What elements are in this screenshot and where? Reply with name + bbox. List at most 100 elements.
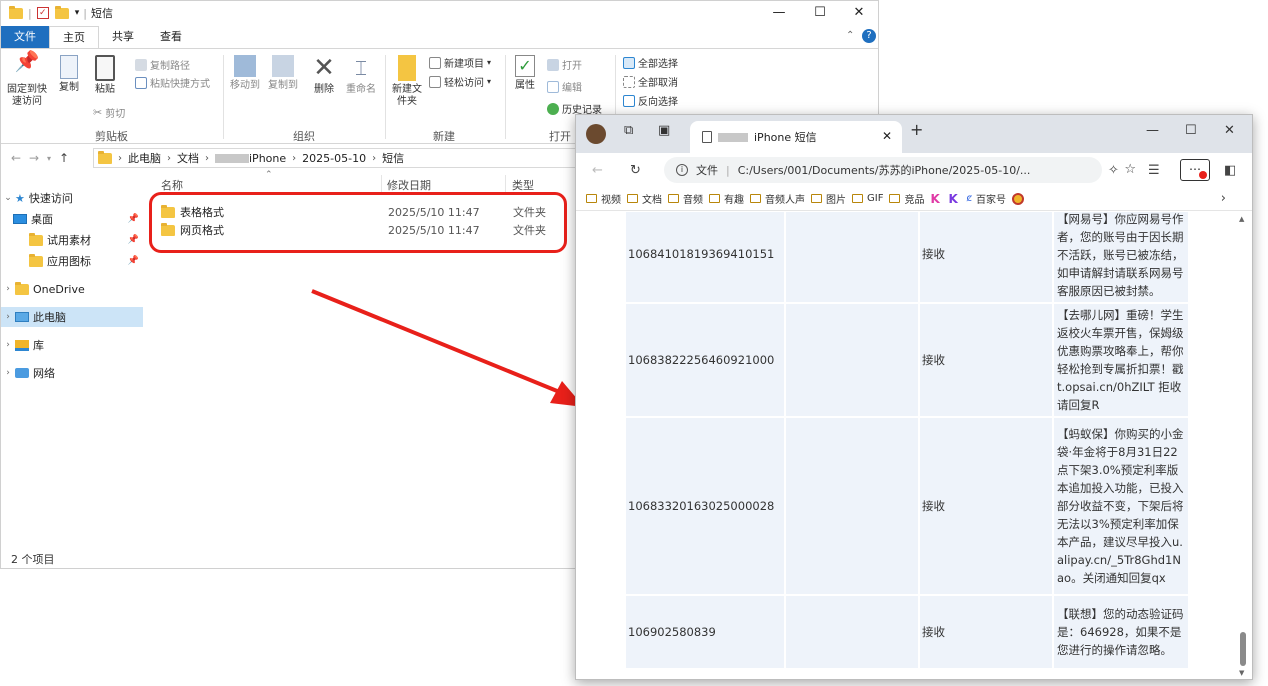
help-icon[interactable]: ? [862, 29, 876, 43]
forward-arrow-icon[interactable]: → [25, 151, 43, 165]
bookmark-app-icon[interactable] [1011, 192, 1024, 205]
k-logo-icon[interactable]: K [930, 193, 942, 205]
scroll-down-icon[interactable]: ▼ [1239, 669, 1244, 677]
recent-chevron-icon[interactable]: ▾ [43, 154, 55, 163]
scroll-up-icon[interactable]: ▲ [1239, 215, 1244, 223]
paste-button[interactable]: 粘贴 [89, 55, 121, 96]
sidebar-toggle-icon[interactable]: ◧ [1224, 163, 1236, 178]
star-icon: ★ [15, 191, 25, 205]
chevron-right-icon[interactable]: › [1221, 191, 1226, 206]
breadcrumb-sms[interactable]: 短信 [382, 150, 404, 166]
nav-app-icons-label: 应用图标 [47, 255, 91, 268]
nav-onedrive[interactable]: › OneDrive [1, 279, 143, 299]
address-bar[interactable]: i 文件 | C:/Users/001/Documents/苏苏的iPhone/… [664, 157, 1136, 183]
rename-button[interactable]: ⌶ 重命名 [343, 55, 379, 96]
nav-network[interactable]: › 网络 [1, 363, 143, 383]
bookmark-folder[interactable]: GIF [852, 193, 883, 204]
paste-shortcut-button[interactable]: 粘贴快捷方式 [135, 75, 210, 90]
sms-contact-cell [786, 212, 918, 302]
pin-quick-access-button[interactable]: 📌 固定到快速访问 [5, 51, 49, 108]
pin-icon: 📌 [127, 235, 139, 245]
select-none-button[interactable]: 全部取消 [623, 74, 678, 89]
nav-this-pc[interactable]: › 此电脑 [1, 307, 143, 327]
tab-file[interactable]: 文件 [1, 26, 49, 48]
bookmark-folder[interactable]: 竞品 [889, 191, 924, 206]
move-to-icon [234, 55, 256, 77]
collapse-ribbon-icon[interactable]: ⌃ [846, 30, 854, 41]
k-logo-icon[interactable]: K [948, 193, 960, 205]
copy-path-button[interactable]: 复制路径 [135, 57, 190, 72]
tab-share[interactable]: 共享 [99, 26, 147, 48]
back-arrow-icon[interactable]: ← [7, 151, 25, 165]
column-date[interactable]: 修改日期 [387, 177, 431, 193]
bookmark-folder[interactable]: 文档 [627, 191, 662, 206]
close-button[interactable]: ✕ [837, 1, 881, 25]
copy-path-icon [135, 58, 147, 71]
breadcrumb-documents[interactable]: 文档 [177, 150, 199, 166]
tab-home[interactable]: 主页 [49, 25, 99, 49]
new-item-icon [429, 56, 441, 69]
tab-actions-icon[interactable]: ▣ [658, 123, 670, 138]
breadcrumb-iphone[interactable]: iPhone [215, 152, 286, 165]
nav-library[interactable]: › 库 [1, 335, 143, 355]
properties-check-icon[interactable]: ✓ [36, 7, 49, 19]
minimize-button[interactable]: — [1146, 123, 1159, 138]
nav-trial-material[interactable]: 试用素材 📌 [1, 230, 143, 250]
delete-button[interactable]: ✕ 删除 [309, 55, 339, 96]
copy-button[interactable]: 复制 [55, 55, 83, 94]
profile-avatar[interactable] [586, 124, 606, 144]
page-scrollbar[interactable]: ▲ ▼ [1239, 215, 1247, 677]
nav-app-icons[interactable]: 应用图标 📌 [1, 251, 143, 271]
copy-to-button[interactable]: 复制到 [265, 55, 301, 92]
close-button[interactable]: ✕ [1224, 123, 1235, 138]
properties-button[interactable]: ✓ 属性 [511, 55, 539, 92]
bookmark-folder[interactable]: 音频人声 [750, 191, 805, 206]
up-arrow-icon[interactable]: ↑ [55, 151, 73, 165]
tab-view[interactable]: 查看 [147, 26, 195, 48]
bookmark-folder[interactable]: 音频 [668, 191, 703, 206]
nav-quick-access[interactable]: ⌄ ★ 快速访问 [1, 188, 143, 208]
breadcrumb-date[interactable]: 2025-05-10 [302, 152, 366, 165]
bookmarks-bar: 视频 文档 音频 有趣 音频人声 图片 GIF 竞品 K K ȼ 百家号 › [576, 187, 1252, 211]
extensions-icon[interactable]: ✧ [1108, 163, 1119, 178]
move-to-button[interactable]: 移动到 [227, 55, 263, 92]
breadcrumb-this-pc[interactable]: 此电脑 [128, 150, 161, 166]
minimize-button[interactable]: — [757, 1, 801, 25]
copy-to-icon [272, 55, 294, 77]
tab-iphone-sms[interactable]: iPhone 短信 ✕ [690, 121, 902, 153]
select-all-button[interactable]: 全部选择 [623, 55, 678, 70]
bookmark-folder[interactable]: 有趣 [709, 191, 744, 206]
favorites-icon[interactable]: ☰ [1148, 163, 1160, 178]
bookmark-label: 竞品 [904, 195, 925, 206]
edit-button[interactable]: 编辑 [547, 79, 582, 94]
new-folder-qat-icon[interactable] [54, 5, 69, 19]
open-button[interactable]: 打开 [547, 57, 582, 72]
qat-dropdown-icon[interactable]: ▾ [75, 8, 80, 18]
workspaces-icon[interactable]: ⧉ [624, 123, 633, 138]
star-icon[interactable]: ☆ [1124, 162, 1136, 177]
column-type[interactable]: 类型 [512, 177, 534, 193]
back-arrow-icon[interactable]: ← [592, 163, 603, 178]
bookmark-folder[interactable]: 视频 [586, 191, 621, 206]
cut-button[interactable]: ✂ 剪切 [93, 105, 125, 120]
breadcrumb[interactable]: › 此电脑 › 文档 › iPhone › 2025-05-10 › 短信 [93, 148, 583, 168]
scrollbar-thumb[interactable] [1240, 632, 1246, 666]
bookmark-label: 音频人声 [765, 195, 805, 206]
invert-selection-button[interactable]: 反向选择 [623, 93, 678, 108]
tab-close-icon[interactable]: ✕ [882, 129, 892, 143]
new-tab-icon[interactable]: + [910, 120, 923, 139]
new-folder-button[interactable]: 新建文件夹 [389, 55, 425, 108]
bookmark-folder[interactable]: 图片 [811, 191, 846, 206]
reload-icon[interactable]: ↻ [630, 163, 641, 178]
new-item-button[interactable]: 新建项目 ▾ [429, 55, 491, 70]
ribbon-separator [505, 55, 506, 139]
folder-icon [852, 194, 863, 203]
easy-access-button[interactable]: 轻松访问 ▾ [429, 74, 491, 89]
maximize-button[interactable]: ☐ [798, 1, 842, 25]
select-all-label: 全部选择 [638, 59, 678, 70]
maximize-button[interactable]: ☐ [1185, 123, 1197, 138]
column-name[interactable]: 名称 [161, 177, 183, 193]
nav-desktop[interactable]: 桌面 📌 [1, 209, 143, 229]
more-menu-button[interactable]: ⋯ [1180, 159, 1210, 181]
bookmark-baijiahao[interactable]: ȼ 百家号 [966, 191, 1006, 206]
